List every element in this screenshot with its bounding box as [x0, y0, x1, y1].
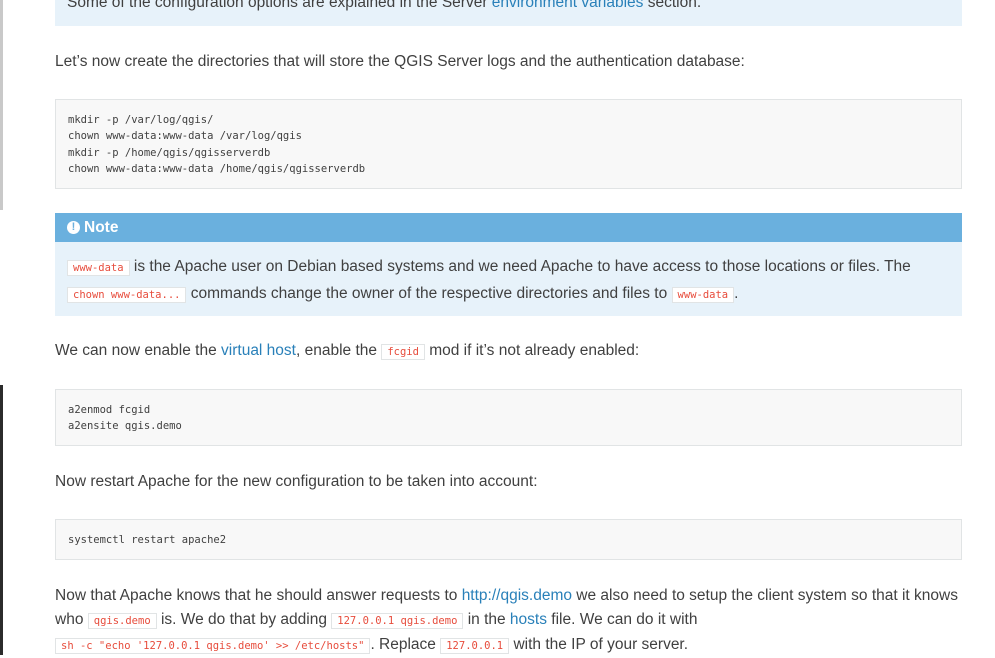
- qgis-demo-link[interactable]: http://qgis.demo: [462, 587, 572, 604]
- code-line: a2enmod fcgid: [68, 404, 151, 416]
- code-line: mkdir -p /home/qgis/qgisserverdb: [68, 146, 271, 159]
- note-text: .: [734, 285, 739, 302]
- info-text-suffix: section.: [643, 0, 702, 11]
- info-text: Some of the configuration options are ex…: [67, 0, 962, 20]
- para-text: . Replace: [370, 636, 441, 653]
- note-title-text: Note: [84, 219, 119, 236]
- para-text: with the IP of your server.: [509, 636, 689, 653]
- environment-variables-link[interactable]: environment variables: [492, 0, 644, 11]
- note-body: www-data is the Apache user on Debian ba…: [55, 242, 962, 308]
- para-text: , enable the: [295, 342, 382, 359]
- paragraph-create-directories: Let’s now create the directories that wi…: [55, 53, 745, 70]
- code-fcgid: fcgid: [381, 344, 425, 360]
- code-block-a2enmod: a2enmod fcgid a2ensite qgis.demo: [55, 389, 962, 446]
- code-line: mkdir -p /var/log/qgis/: [68, 114, 214, 126]
- info-admonition: Some of the configuration options are ex…: [55, 0, 962, 26]
- code-echo-command: sh -c "echo '127.0.0.1 qgis.demo' >> /et…: [55, 638, 371, 654]
- paragraph-enable-virtual-host: We can now enable the virtual host, enab…: [55, 339, 962, 364]
- para-text: mod if it’s not already enabled:: [424, 342, 640, 359]
- paragraph-hosts-setup: Now that Apache knows that he should ans…: [55, 584, 962, 658]
- code-qgis-demo: qgis.demo: [87, 613, 157, 629]
- code-chown: chown www-data...: [67, 287, 187, 303]
- code-ip: 127.0.0.1: [440, 638, 510, 654]
- note-text: commands change the owner of the respect…: [186, 285, 672, 302]
- code-line: a2ensite qgis.demo: [68, 420, 182, 433]
- code-www-data: www-data: [671, 287, 735, 303]
- para-text: file. We can do it with: [546, 611, 698, 628]
- exclamation-circle-icon: !: [67, 221, 80, 234]
- para-text: We can now enable the: [55, 342, 222, 359]
- hosts-link[interactable]: hosts: [510, 611, 547, 628]
- virtual-host-link[interactable]: virtual host: [221, 342, 296, 359]
- note-admonition: ! Note www-data is the Apache user on De…: [55, 213, 962, 316]
- paragraph-restart-apache: Now restart Apache for the new configura…: [55, 473, 538, 490]
- code-line: chown www-data:www-data /home/qgis/qgiss…: [68, 162, 366, 175]
- window-edge-top: [0, 0, 3, 210]
- code-line: systemctl restart apache2: [68, 534, 227, 546]
- code-block-systemctl: systemctl restart apache2: [55, 519, 962, 560]
- code-hosts-entry: 127.0.0.1 qgis.demo: [331, 613, 464, 629]
- code-www-data: www-data: [67, 260, 130, 276]
- para-text: in the: [463, 611, 510, 628]
- code-block-mkdir: mkdir -p /var/log/qgis/chown www-data:ww…: [55, 99, 962, 189]
- code-line: chown www-data:www-data /var/log/qgis: [68, 130, 302, 143]
- para-text: Now that Apache knows that he should ans…: [55, 587, 462, 604]
- para-text: is. We do that by adding: [156, 611, 332, 628]
- note-text: is the Apache user on Debian based syste…: [129, 258, 911, 275]
- note-title: ! Note: [55, 213, 962, 242]
- info-text-prefix: Some of the configuration options are ex…: [67, 0, 492, 11]
- window-edge-bottom: [0, 385, 3, 655]
